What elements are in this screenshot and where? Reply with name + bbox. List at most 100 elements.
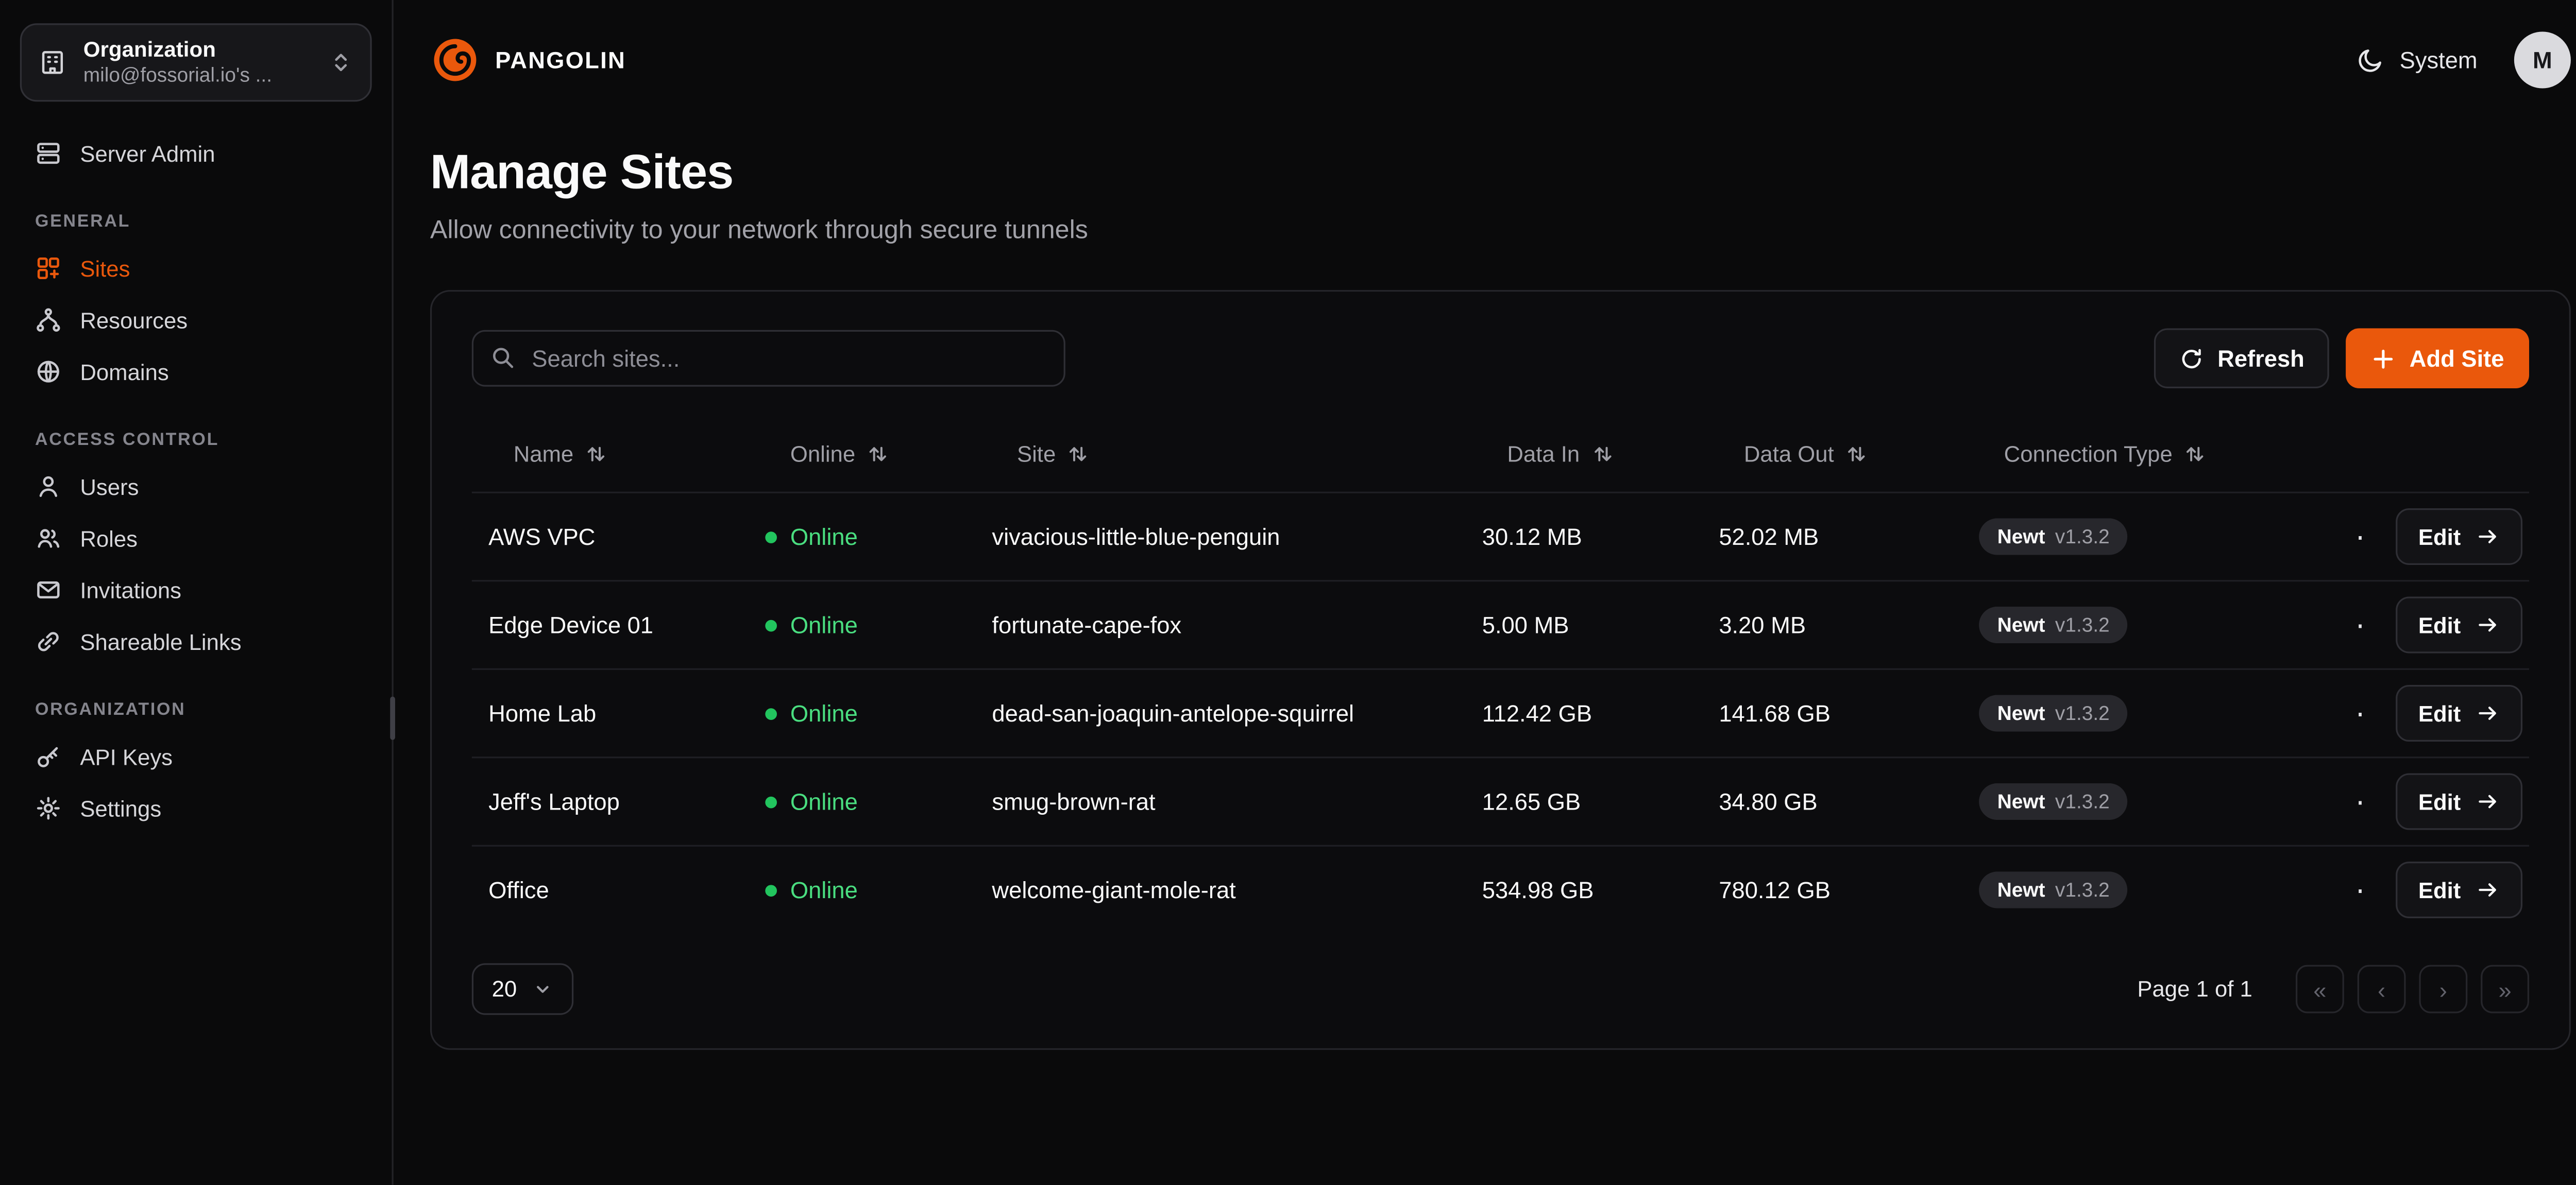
- connection-type-cell: Newt v1.3.2: [1962, 518, 2352, 555]
- section-title-general: GENERAL: [35, 212, 357, 232]
- sites-icon: [35, 255, 62, 282]
- row-menu-button[interactable]: ⋯: [2352, 782, 2375, 820]
- data-out-cell: 52.02 MB: [1702, 523, 1962, 550]
- brand-name: PANGOLIN: [495, 47, 626, 74]
- sidebar-item-invitations[interactable]: Invitations: [20, 565, 372, 615]
- org-switcher[interactable]: Organization milo@fossorial.io's ...: [20, 23, 372, 101]
- edit-button[interactable]: Edit: [2395, 596, 2523, 653]
- sites-toolbar: Refresh Add Site: [472, 328, 2529, 388]
- arrow-right-icon: [2476, 525, 2499, 548]
- site-id-cell: fortunate-cape-fox: [975, 612, 1465, 639]
- row-menu-button[interactable]: ⋯: [2352, 518, 2375, 556]
- online-status-dot: [765, 796, 777, 808]
- sidebar-item-label: Domains: [80, 359, 168, 384]
- connection-type-version: v1.3.2: [2055, 878, 2110, 901]
- sidebar-item-roles[interactable]: Roles: [20, 513, 372, 563]
- last-page-button[interactable]: »: [2481, 965, 2529, 1014]
- avatar[interactable]: M: [2514, 31, 2571, 88]
- table-row: Edge Device 01 Online fortunate-cape-fox…: [472, 580, 2529, 668]
- column-header-data-out[interactable]: Data Out: [1702, 441, 1962, 466]
- add-site-button[interactable]: Add Site: [2346, 328, 2529, 388]
- table-body: AWS VPC Online vivacious-little-blue-pen…: [472, 492, 2529, 934]
- column-header-data-in[interactable]: Data In: [1465, 441, 1702, 466]
- row-menu-button[interactable]: ⋯: [2352, 871, 2375, 909]
- site-id-cell: smug-brown-rat: [975, 788, 1465, 815]
- refresh-button[interactable]: Refresh: [2154, 328, 2329, 388]
- first-page-button[interactable]: «: [2296, 965, 2344, 1014]
- sidebar-item-label: Users: [80, 474, 139, 500]
- app-root: Organization milo@fossorial.io's ... Ser…: [0, 0, 2576, 1185]
- sidebar-item-label: Shareable Links: [80, 629, 241, 655]
- online-status-dot: [765, 884, 777, 896]
- sort-icon: [2184, 442, 2206, 464]
- row-menu-button[interactable]: ⋯: [2352, 694, 2375, 732]
- next-page-button[interactable]: ›: [2419, 965, 2467, 1014]
- column-header-site[interactable]: Site: [975, 441, 1465, 466]
- globe-icon: [35, 358, 62, 385]
- sidebar-item-api-keys[interactable]: API Keys: [20, 732, 372, 782]
- connection-type-version: v1.3.2: [2055, 790, 2110, 813]
- connection-type-badge: Newt v1.3.2: [1979, 871, 2128, 908]
- arrow-right-icon: [2476, 701, 2499, 725]
- connection-type-version: v1.3.2: [2055, 701, 2110, 725]
- sidebar-item-server-admin[interactable]: Server Admin: [20, 128, 372, 178]
- sort-icon: [1067, 442, 1089, 464]
- connection-type-badge: Newt v1.3.2: [1979, 607, 2128, 643]
- sidebar: Organization milo@fossorial.io's ... Ser…: [0, 0, 394, 1185]
- table-row: Home Lab Online dead-san-joaquin-antelop…: [472, 668, 2529, 757]
- column-header-connection-type[interactable]: Connection Type: [1962, 441, 2352, 466]
- connection-type-cell: Newt v1.3.2: [1962, 695, 2352, 731]
- online-status-label: Online: [790, 523, 858, 550]
- online-status-cell: Online: [749, 700, 975, 727]
- refresh-icon: [2179, 346, 2205, 371]
- page-title: Manage Sites: [430, 147, 2571, 202]
- previous-page-button[interactable]: ‹: [2358, 965, 2406, 1014]
- connection-type-cell: Newt v1.3.2: [1962, 871, 2352, 908]
- page-size-select[interactable]: 20: [472, 963, 573, 1015]
- row-menu-button[interactable]: ⋯: [2352, 606, 2375, 644]
- edit-button[interactable]: Edit: [2395, 862, 2523, 918]
- data-out-cell: 34.80 GB: [1702, 788, 1962, 815]
- sidebar-item-shareable-links[interactable]: Shareable Links: [20, 616, 372, 666]
- sidebar-resize-handle[interactable]: [390, 697, 395, 740]
- column-header-online[interactable]: Online: [749, 441, 975, 466]
- site-id-cell: vivacious-little-blue-penguin: [975, 523, 1465, 550]
- page-head: Manage Sites Allow connectivity to your …: [430, 147, 2571, 247]
- users-icon: [35, 525, 62, 552]
- online-status-dot: [765, 531, 777, 543]
- sidebar-item-sites[interactable]: Sites: [20, 243, 372, 293]
- edit-button[interactable]: Edit: [2395, 774, 2523, 830]
- sidebar-item-users[interactable]: Users: [20, 461, 372, 511]
- table-row: Office Online welcome-giant-mole-rat 534…: [472, 845, 2529, 934]
- online-status-label: Online: [790, 877, 858, 903]
- column-header-name[interactable]: Name: [472, 441, 749, 466]
- sidebar-item-label: Resources: [80, 307, 188, 333]
- org-switcher-label: Organization: [83, 37, 312, 63]
- table-row: Jeff's Laptop Online smug-brown-rat 12.6…: [472, 757, 2529, 845]
- chevrons-left-icon: «: [2313, 976, 2326, 1003]
- site-name-cell: Jeff's Laptop: [472, 788, 749, 815]
- topbar: PANGOLIN System M: [430, 0, 2571, 120]
- edit-button[interactable]: Edit: [2395, 685, 2523, 742]
- online-status-label: Online: [790, 788, 858, 815]
- sidebar-nav: Server Admin GENERAL Sites Resources Dom…: [20, 128, 372, 833]
- org-switcher-value: milo@fossorial.io's ...: [83, 63, 312, 89]
- sidebar-item-resources[interactable]: Resources: [20, 295, 372, 345]
- theme-toggle-button[interactable]: System: [2358, 47, 2478, 74]
- brand: PANGOLIN: [430, 35, 626, 85]
- edit-button-label: Edit: [2418, 524, 2461, 549]
- resources-icon: [35, 306, 62, 333]
- page-size-value: 20: [492, 976, 517, 1002]
- sidebar-item-domains[interactable]: Domains: [20, 347, 372, 397]
- search-input[interactable]: [472, 330, 1065, 387]
- online-status-cell: Online: [749, 523, 975, 550]
- data-in-cell: 12.65 GB: [1465, 788, 1702, 815]
- online-status-label: Online: [790, 700, 858, 727]
- chevron-left-icon: ‹: [2378, 976, 2385, 1003]
- chevrons-right-icon: »: [2498, 976, 2511, 1003]
- sidebar-item-settings[interactable]: Settings: [20, 783, 372, 833]
- site-name-cell: Home Lab: [472, 700, 749, 727]
- edit-button[interactable]: Edit: [2395, 508, 2523, 565]
- gear-icon: [35, 795, 62, 822]
- site-name-cell: Edge Device 01: [472, 612, 749, 639]
